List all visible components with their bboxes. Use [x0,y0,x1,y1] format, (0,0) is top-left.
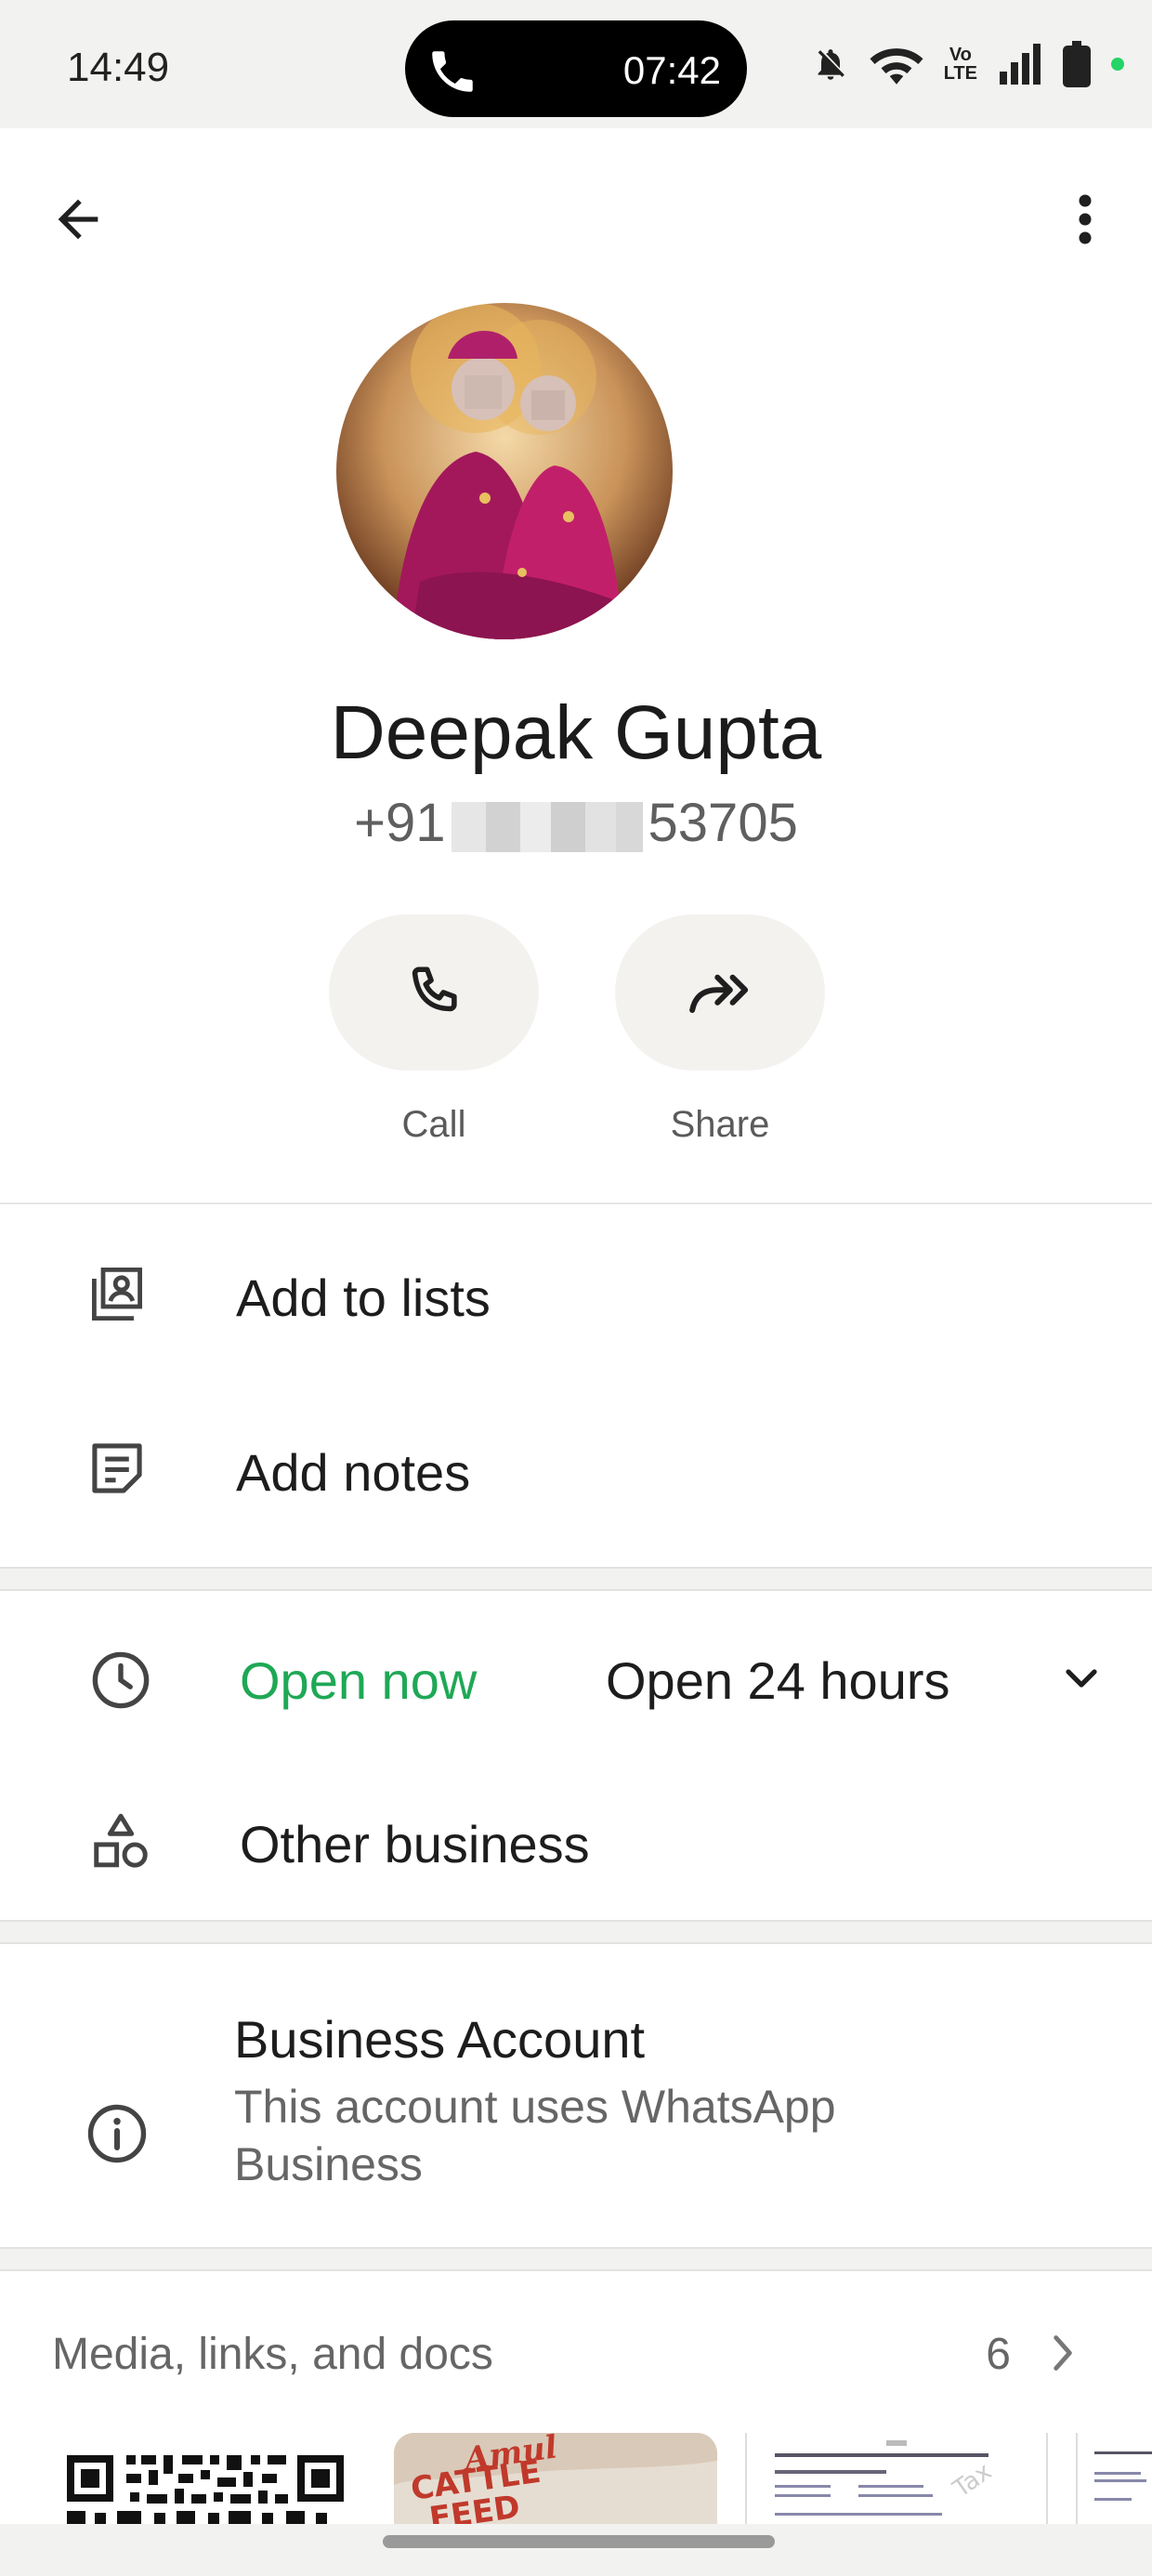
document-watermark: Tax [948,2458,997,2504]
clock-icon [85,1645,156,1715]
business-hours-row[interactable]: Open now Open 24 hours [0,1593,1152,1764]
home-gesture-handle[interactable] [383,2535,775,2548]
arrow-left-icon [58,199,98,240]
media-thumbnail-cattle-feed[interactable]: Amul CATTLE FEED [394,2433,717,2524]
share-button[interactable] [615,914,825,1071]
call-button[interactable] [329,914,539,1071]
chevron-right-icon [1054,2335,1072,2371]
contact-list-icon [82,1260,152,1331]
expand-hours-button[interactable] [1044,1641,1119,1715]
profile-photo-image [336,303,673,639]
media-thumbnail-document-2[interactable] [1076,2433,1152,2524]
business-account-title: Business Account [234,2010,646,2069]
contact-phone-number: +91 53705 [0,792,1152,854]
section-divider [0,1203,1152,1204]
volte-label: Vo LTE [943,45,977,84]
document-image: Tax [775,2440,997,2516]
add-to-lists-row[interactable]: Add to lists [0,1208,1152,1385]
ongoing-call-pill[interactable]: 07:42 [405,20,747,117]
call-timer: 07:42 [622,48,721,92]
forward-icon [689,974,749,1013]
add-notes-row[interactable]: Add notes [0,1385,1152,1561]
privacy-indicator-dot [1111,58,1124,71]
share-label: Share [670,1104,770,1145]
chevron-down-icon [1066,1669,1097,1688]
call-label: Call [401,1104,466,1145]
media-thumbnail-qr[interactable] [52,2433,359,2524]
status-bar: 14:49 07:42 Vo LTE [0,0,1152,128]
more-options-button[interactable] [1052,186,1119,253]
section-gap [0,1567,1152,1591]
open-now-status: Open now [240,1651,478,1710]
add-notes-label: Add notes [236,1443,471,1502]
notes-icon [82,1433,152,1504]
section-gap [0,1920,1152,1944]
info-icon [82,2098,152,2169]
bell-off-icon [818,49,844,80]
media-section-heading[interactable]: Media, links, and docs [52,2329,493,2380]
top-app-bar [0,128,1152,314]
qr-code-image [67,2455,344,2524]
share-action[interactable]: Share [615,914,825,1146]
phone-suffix: 53705 [648,793,798,853]
business-hours-text: Open 24 hours [606,1651,950,1710]
cattle-feed-bag-image: Amul CATTLE FEED [394,2433,717,2524]
wifi-icon [870,48,923,85]
business-category-label: Other business [240,1815,590,1873]
status-time: 14:49 [67,45,170,90]
battery-icon [1063,41,1091,87]
media-see-all-button[interactable] [1037,2325,1089,2381]
status-icons: Vo LTE [812,41,1124,87]
back-button[interactable] [45,186,111,253]
category-shapes-icon [85,1807,156,1877]
phone-icon [412,966,457,1012]
call-action[interactable]: Call [329,914,539,1146]
signal-icon [1000,44,1041,85]
document-image [1094,2451,1152,2501]
phone-icon [432,51,473,92]
phone-country-code: +91 [354,793,446,853]
business-account-description: This account uses WhatsApp Business [234,2081,836,2190]
section-gap [0,2247,1152,2271]
system-navigation-bar [0,2524,1152,2576]
add-to-lists-label: Add to lists [236,1268,491,1327]
more-vert-icon [1079,194,1092,244]
business-category-row: Other business [0,1764,1152,1920]
media-count: 6 [986,2330,1011,2379]
media-thumbnail-document[interactable]: Tax [745,2433,1048,2524]
profile-photo[interactable] [336,303,673,639]
redacted-digits [451,801,643,852]
contact-name: Deepak Gupta [330,690,822,775]
